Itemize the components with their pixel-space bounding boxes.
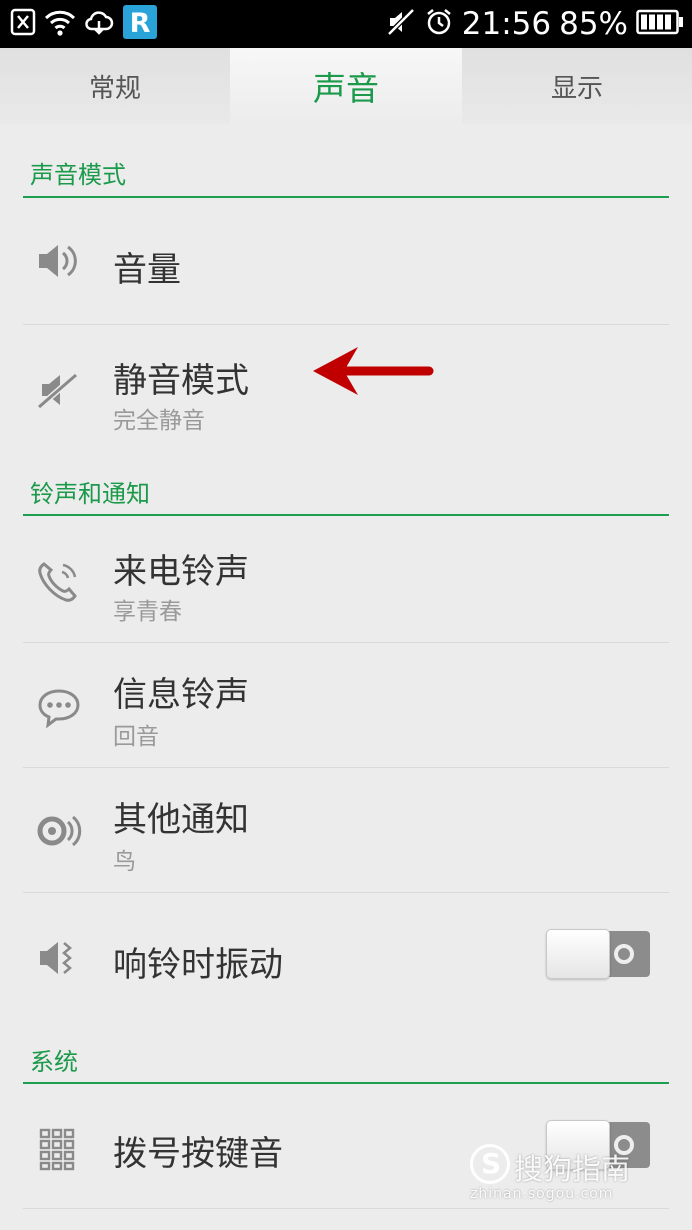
settings-item-title: 拨号按键音 bbox=[113, 1134, 283, 1174]
watermark-logo-letter: S bbox=[481, 1147, 502, 1180]
mute-icon bbox=[386, 7, 416, 41]
watermark-text: 搜狗指南 bbox=[514, 1152, 631, 1186]
toggle-off-indicator bbox=[614, 944, 634, 964]
message-bubble-icon bbox=[36, 685, 82, 731]
phone-ring-icon bbox=[36, 558, 82, 604]
r-app-icon: R bbox=[122, 4, 158, 44]
section-header-system: 系统 bbox=[30, 1048, 78, 1076]
red-arrow-annotation bbox=[313, 347, 434, 395]
battery-percent: 85% bbox=[559, 6, 628, 42]
r-app-letter: R bbox=[130, 8, 151, 39]
settings-item-title: 来电铃声 bbox=[113, 552, 249, 592]
close-box-icon bbox=[10, 7, 36, 41]
sogou-logo-icon: S bbox=[470, 1144, 510, 1184]
tab-sound[interactable]: 声音 bbox=[230, 48, 462, 124]
tab-general[interactable]: 常规 bbox=[0, 48, 230, 124]
status-right-icons: 21:56 85% bbox=[386, 6, 684, 42]
settings-item-title: 响铃时振动 bbox=[113, 945, 283, 985]
settings-item-title: 静音模式 bbox=[113, 361, 249, 401]
settings-item-title: 音量 bbox=[113, 250, 181, 290]
section-header-sound-mode: 声音模式 bbox=[30, 161, 126, 189]
watermark-url: zhinan.sogou.com bbox=[470, 1186, 614, 1202]
settings-item-subtitle: 享青春 bbox=[113, 599, 182, 625]
toggle-knob[interactable] bbox=[546, 929, 610, 979]
settings-item-vibrate-on-ring[interactable]: 响铃时振动 bbox=[0, 893, 692, 1025]
alarm-icon bbox=[424, 7, 454, 41]
settings-item-other-notification[interactable]: 其他通知 鸟 bbox=[0, 768, 692, 892]
vibrate-speaker-icon bbox=[36, 935, 82, 981]
tab-display[interactable]: 显示 bbox=[462, 48, 692, 124]
status-left-icons: R bbox=[10, 4, 158, 44]
tab-bar: 常规 声音 显示 bbox=[0, 48, 692, 124]
settings-item-subtitle: 回音 bbox=[113, 724, 159, 750]
wifi-icon bbox=[44, 7, 76, 41]
cloud-sync-icon bbox=[84, 7, 114, 41]
speaker-muted-icon bbox=[36, 367, 82, 413]
settings-item-subtitle: 完全静音 bbox=[113, 408, 205, 434]
status-time: 21:56 bbox=[461, 6, 552, 42]
settings-item-title: 信息铃声 bbox=[113, 675, 249, 715]
settings-item-ringtone[interactable]: 来电铃声 享青春 bbox=[0, 516, 692, 642]
vibrate-toggle[interactable] bbox=[546, 929, 650, 979]
status-bar: R 21:56 85% bbox=[0, 0, 692, 48]
settings-item-title: 其他通知 bbox=[113, 800, 249, 840]
settings-item-subtitle: 鸟 bbox=[113, 849, 136, 875]
settings-item-message-tone[interactable]: 信息铃声 回音 bbox=[0, 643, 692, 767]
sogou-watermark: S 搜狗指南 zhinan.sogou.com bbox=[470, 1142, 670, 1210]
dialpad-icon bbox=[36, 1126, 82, 1172]
speaker-icon bbox=[36, 238, 82, 284]
settings-item-volume[interactable]: 音量 bbox=[0, 198, 692, 324]
notification-sound-icon bbox=[36, 808, 82, 854]
section-header-ringtone: 铃声和通知 bbox=[30, 480, 150, 508]
battery-icon bbox=[636, 9, 684, 39]
